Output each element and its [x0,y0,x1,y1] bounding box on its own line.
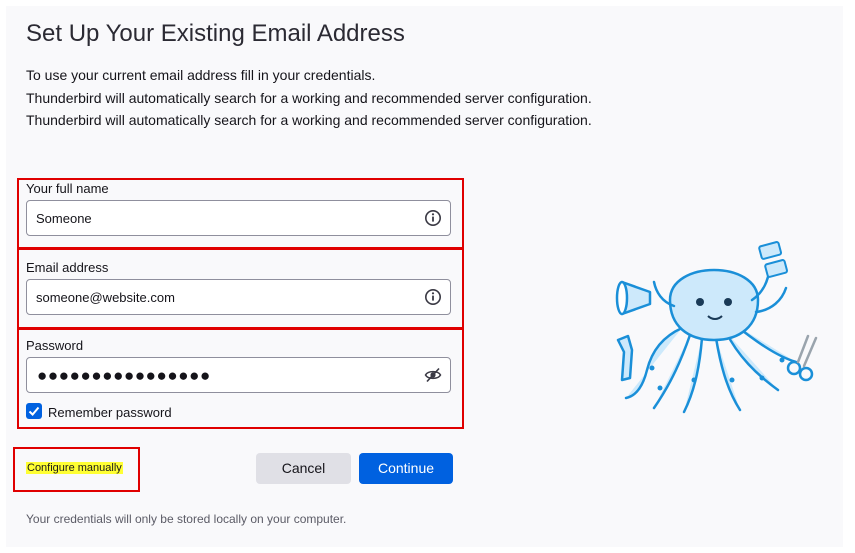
intro-line-1: To use your current email address fill i… [26,67,376,83]
full-name-label: Your full name [26,181,109,196]
remember-password-checkbox[interactable] [26,403,42,419]
email-value[interactable]: someone@website.com [36,290,175,305]
continue-button[interactable]: Continue [359,453,453,484]
octopus-mascot [615,241,818,414]
footer-note: Your credentials will only be stored loc… [26,512,347,526]
email-label: Email address [26,260,109,275]
eye-slash-icon[interactable] [424,366,442,384]
full-name-value[interactable]: Someone [36,211,92,226]
email-field[interactable]: someone@website.com [26,279,451,315]
password-value[interactable]: ●●●●●●●●●●●●●●●● [37,366,211,386]
password-field[interactable]: ●●●●●●●●●●●●●●●● [26,357,451,393]
cancel-button[interactable]: Cancel [256,453,351,484]
intro-line-2: Thunderbird will automatically search fo… [26,90,592,106]
info-icon[interactable] [424,288,442,306]
remember-password-label[interactable]: Remember password [48,405,172,420]
info-icon[interactable] [424,209,442,227]
configure-manually-link[interactable]: Configure manually [26,462,123,474]
full-name-field[interactable]: Someone [26,200,451,236]
intro-line-3: Thunderbird will automatically search fo… [26,112,592,128]
page-title: Set Up Your Existing Email Address [26,20,405,47]
checkmark-icon [28,406,40,416]
password-label: Password [26,338,84,353]
